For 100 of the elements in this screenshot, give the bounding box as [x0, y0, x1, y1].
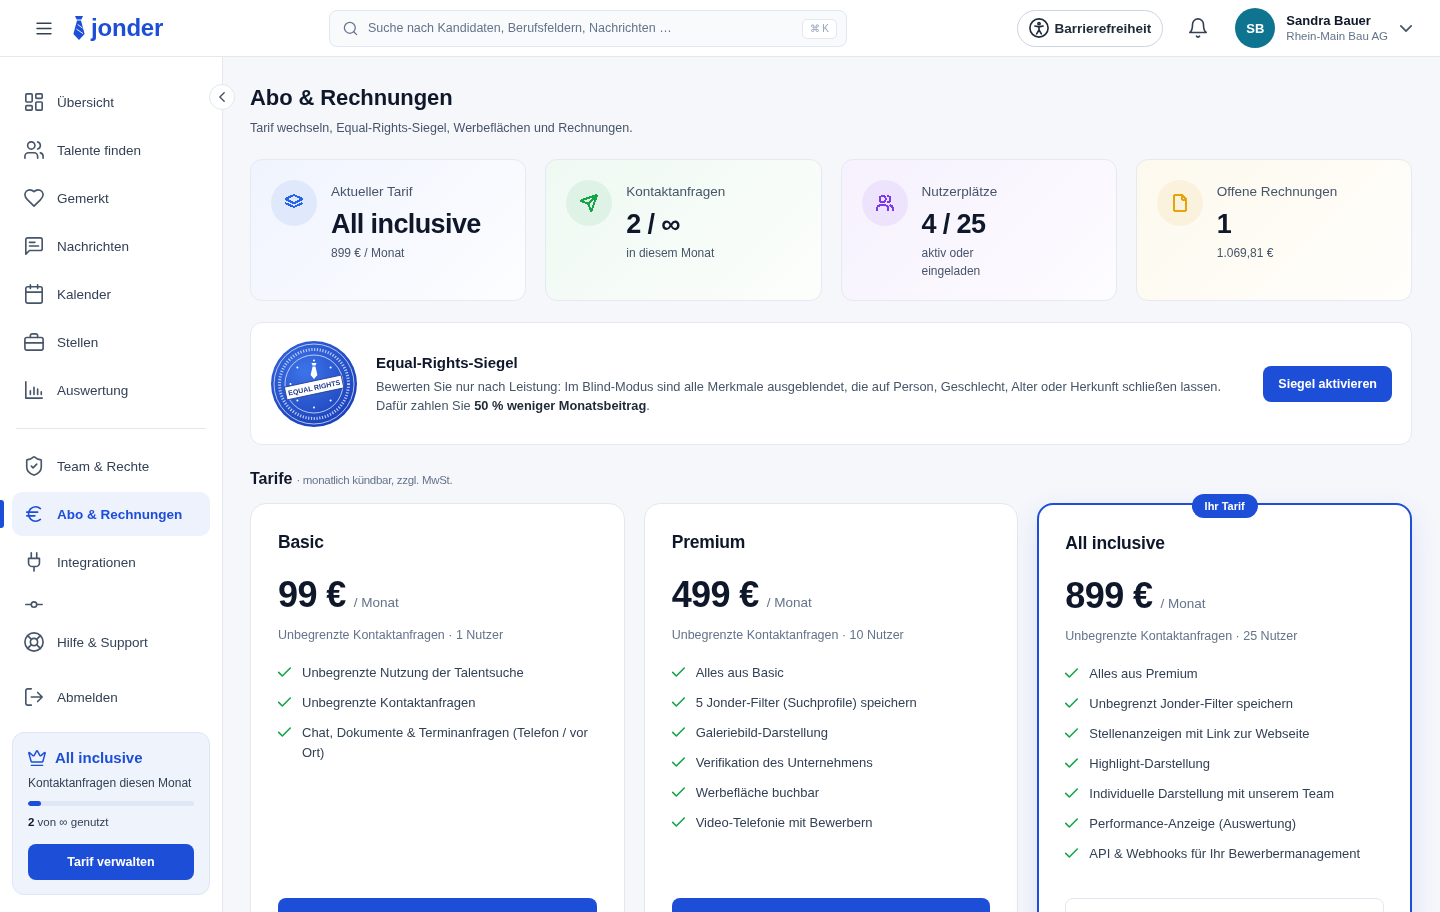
feature-text: Galeriebild-Darstellung	[695, 724, 828, 742]
stat-note: aktiv oder eingeladen	[921, 245, 982, 280]
check-icon	[1065, 818, 1079, 828]
euro-icon	[24, 504, 44, 524]
stat-value: 4 / 25	[921, 208, 987, 241]
feature-text: Alles aus Basic	[695, 664, 784, 682]
active-indicator	[0, 500, 4, 528]
seal-title: Equal-Rights-Siegel	[376, 353, 519, 373]
feature-text: Unbegrenzte Nutzung der Talentsuche	[302, 664, 524, 682]
activate-seal-button[interactable]: Siegel aktivieren	[1263, 366, 1392, 402]
check-icon	[1065, 848, 1079, 858]
feature-text: Unbegrenzt Jonder-Filter speichern	[1089, 695, 1294, 713]
nav-item[interactable]: Abmelden	[12, 675, 210, 719]
avatar[interactable]: SB	[1235, 8, 1276, 48]
stat-label: Kontaktanfragen	[626, 183, 726, 201]
notification-bell-icon[interactable]	[1188, 18, 1209, 38]
check-icon	[1065, 758, 1079, 768]
stat-note: in diesem Monat	[626, 245, 716, 262]
feature-text: Highlight-Darstellung	[1089, 755, 1210, 773]
message-icon	[24, 236, 44, 256]
briefcase-icon	[24, 332, 44, 352]
check-icon	[278, 727, 291, 737]
check-icon	[671, 697, 685, 707]
crown-icon	[28, 749, 46, 767]
stat-label: Aktueller Tarif	[331, 183, 414, 201]
feature-text: Performance-Anzeige (Auswertung)	[1089, 815, 1296, 833]
check-icon	[671, 727, 685, 737]
check-icon	[278, 667, 291, 677]
check-icon	[671, 787, 685, 797]
plan-name: All inclusive	[1065, 532, 1166, 555]
menu-icon[interactable]	[36, 21, 52, 35]
users-icon	[24, 140, 44, 160]
price-period: / Monat	[766, 595, 812, 610]
nav-item[interactable]: Integrationen	[12, 540, 210, 584]
tariffs-title: Tarife	[250, 469, 293, 489]
nav-item[interactable]: Team & Rechte	[12, 444, 210, 488]
tariffs-note: · monatlich kündbar, zzgl. MwSt.	[296, 473, 453, 488]
page-title: Abo & Rechnungen	[250, 85, 454, 111]
shield-check-icon	[24, 456, 44, 476]
heart-icon	[24, 188, 44, 208]
feature-text: Video-Telefonie mit Bewerbern	[695, 814, 873, 832]
nav-item[interactable]: Hilfe & Support	[12, 620, 210, 664]
users-icon	[861, 180, 908, 226]
plan-widget-caption: Kontaktanfragen diesen Monat	[28, 775, 193, 792]
plan-name: Premium	[671, 531, 747, 554]
check-icon	[1065, 668, 1079, 678]
search-icon	[343, 20, 358, 36]
nav-item[interactable]: Auswertung	[12, 368, 210, 412]
nav-item[interactable]: Talente finden	[12, 128, 210, 172]
check-icon	[671, 667, 685, 677]
stat-note: 899 € / Monat	[331, 245, 406, 262]
seal-description: Bewerten Sie nur nach Leistung: Im Blind-Modus sind alle Merkmale ausgeblendet, die auf Person, Geschlecht, Alter oder Herkunft schließen lassen. Dafür zahlen Sie 50 % weniger Monatsbeitrag.	[376, 378, 1223, 415]
stat-value: 1	[1216, 208, 1233, 241]
plan-price: 899 €	[1065, 574, 1153, 618]
document-icon	[1156, 180, 1203, 226]
stat-note: 1.069,81 €	[1216, 245, 1275, 262]
feature-text: 5 Jonder-Filter (Suchprofile) speichern	[695, 694, 917, 712]
bar-chart-icon	[24, 380, 44, 400]
send-icon	[566, 180, 613, 226]
plan-summary: Unbegrenzte Kontaktanfragen · 25 Nutzer	[1065, 628, 1299, 645]
feature-text: Individuelle Darstellung mit unserem Team	[1089, 785, 1335, 803]
logout-icon	[24, 687, 44, 707]
plan-name: Basic	[278, 531, 325, 554]
calendar-icon	[24, 284, 44, 304]
price-period: / Monat	[353, 595, 399, 610]
check-icon	[1065, 788, 1079, 798]
feature-text: API & Webhooks für Ihr Bewerbermanagement	[1089, 845, 1361, 863]
feature-text: Verifikation des Unternehmens	[695, 754, 873, 772]
check-icon	[671, 757, 685, 767]
stat-value: 2 / ∞	[626, 208, 682, 241]
check-icon	[278, 697, 291, 707]
chevron-down-icon[interactable]	[1400, 24, 1412, 32]
stat-label: Nutzerplätze	[921, 183, 999, 201]
stat-label: Offene Rechnungen	[1216, 183, 1338, 201]
feature-text: Werbefläche buchbar	[695, 784, 819, 802]
accessibility-icon	[1028, 18, 1049, 38]
layers-icon	[271, 180, 317, 226]
nav-item[interactable]: Kalender	[12, 272, 210, 316]
manage-plan-button[interactable]: Tarif verwalten	[28, 844, 194, 880]
nav-item[interactable]: Nachrichten	[12, 224, 210, 268]
stat-value: All inclusive	[331, 208, 481, 241]
dashboard-icon	[24, 92, 44, 112]
feature-text: Chat, Dokumente & Terminanfragen (Telefon / vor Ort)	[302, 724, 589, 762]
nav-item[interactable]: Stellen	[12, 320, 210, 364]
nav-item[interactable]: Übersicht	[12, 80, 210, 124]
check-icon	[671, 817, 685, 827]
feature-text: Alles aus Premium	[1089, 665, 1198, 683]
plan-price: 499 €	[671, 573, 759, 617]
check-icon	[1065, 698, 1079, 708]
price-period: / Monat	[1160, 596, 1206, 611]
accessibility-button[interactable]: Barrierefreiheit	[1016, 9, 1164, 47]
plan-summary: Unbegrenzte Kontaktanfragen · 10 Nutzer	[671, 627, 905, 644]
feature-text: Stellenanzeigen mit Link zur Webseite	[1089, 725, 1310, 743]
current-plan-badge: Ihr Tarif	[1191, 494, 1258, 518]
tie-logo-icon	[72, 16, 86, 40]
nav-item[interactable]: Gemerkt	[12, 176, 210, 220]
lifebuoy-icon	[24, 632, 44, 652]
check-icon	[1065, 728, 1079, 738]
plan-summary: Unbegrenzte Kontaktanfragen · 1 Nutzer	[278, 627, 505, 644]
plan-price: 99 €	[278, 573, 346, 617]
